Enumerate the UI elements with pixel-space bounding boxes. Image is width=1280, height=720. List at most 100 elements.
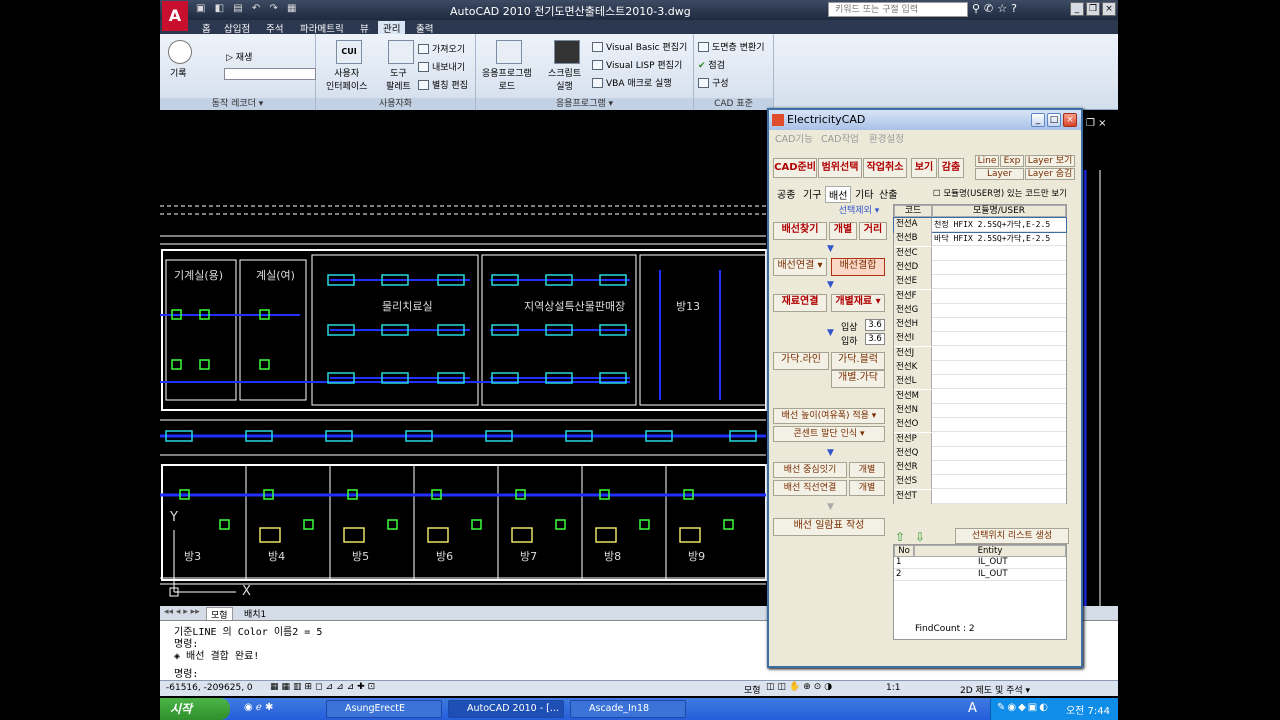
hide-button[interactable]: 감춤 <box>938 158 964 178</box>
code-row[interactable]: 전선F <box>894 289 1066 304</box>
select-remove-dropdown[interactable]: 선택제외 ▾ <box>833 204 885 220</box>
start-button[interactable]: 시작 <box>160 698 230 720</box>
check-button[interactable]: ✔ 점검 <box>698 58 725 71</box>
drafting-toggles[interactable]: ▦▦▥⊞◻⊿⊿⊿✚⊡ <box>270 682 378 692</box>
vba-macro-button[interactable]: VBA 매크로 실행 <box>592 76 672 89</box>
taskbar-item-autocad[interactable]: AutoCAD 2010 - [... <box>448 700 564 718</box>
range-select-button[interactable]: 범위선택 <box>818 158 862 178</box>
run-script-label[interactable]: 스크립트 실행 <box>548 66 581 92</box>
cui-icon[interactable]: CUI <box>336 40 362 64</box>
quick-launch[interactable]: ◉ ℯ ✱ <box>244 702 273 713</box>
infocenter-tools[interactable]: ⚲✆☆? <box>972 2 1021 15</box>
layer-translator-button[interactable]: 도면층 변환기 <box>698 40 765 53</box>
annotation-scale[interactable]: 1:1 <box>886 683 900 693</box>
code-row[interactable]: 전선R <box>894 461 1066 476</box>
wire-combine-button[interactable]: 배선결합 <box>831 258 885 276</box>
tray-icons[interactable]: ✎◉◆▣◐ <box>997 702 1050 713</box>
vb-editor-button[interactable]: Visual Basic 편집기 <box>592 40 687 53</box>
tab-home[interactable]: 홈 <box>202 21 211 35</box>
play-button[interactable]: ▷ 재생 <box>226 50 252 63</box>
tab-manage[interactable]: 관리 <box>378 21 406 35</box>
cable-block-button[interactable]: 가닥.블럭 <box>831 352 885 370</box>
wire-straight-button[interactable]: 배선 직선연결 <box>773 480 847 496</box>
tab-view[interactable]: 뷰 <box>360 21 369 35</box>
configure-button[interactable]: 구성 <box>698 76 729 89</box>
autocad-logo-icon[interactable]: A <box>162 1 188 31</box>
ecad-title-bar[interactable]: ElectricityCAD _ □ × <box>769 110 1081 130</box>
cad-prepare-button[interactable]: CAD준비 <box>773 158 817 178</box>
move-down-icon[interactable]: ⇩ <box>915 530 925 544</box>
taskbar-item[interactable]: Ascade_In18 <box>570 700 686 718</box>
tab-layout1[interactable]: 배치1 <box>240 607 270 620</box>
tab-output[interactable]: 출력 <box>416 21 433 35</box>
code-row[interactable]: 전선H <box>894 318 1066 333</box>
code-row[interactable]: 전선P <box>894 432 1066 447</box>
code-row[interactable]: 전선A 천정 HFIX 2.5SQ+가닥,E-2.5 <box>893 217 1067 233</box>
code-row[interactable]: 전선O <box>894 418 1066 433</box>
load-app-label[interactable]: 응용프로그램 로드 <box>482 66 532 92</box>
create-location-list-button[interactable]: 선택위치 리스트 생성 <box>955 528 1069 544</box>
import-button[interactable]: 가져오기 <box>418 42 465 55</box>
module-only-checkbox[interactable]: ☐ 모듈명(USER명) 있는 코드만 보기 <box>933 187 1067 199</box>
restore-button[interactable]: ❐ <box>1086 2 1100 16</box>
tab-parametric[interactable]: 파라메트릭 <box>300 21 344 35</box>
code-row[interactable]: 전선E <box>894 275 1066 290</box>
menu-cad-function[interactable]: CAD기능 <box>775 131 813 145</box>
code-row[interactable]: 전선K <box>894 361 1066 375</box>
code-row[interactable]: 전선Q <box>894 446 1066 461</box>
tab-fixture[interactable]: 기구 <box>803 186 821 201</box>
tab-calc[interactable]: 산출 <box>879 186 897 201</box>
cui-label[interactable]: 사용자 인터페이스 <box>326 66 367 92</box>
record-label[interactable]: 기록 <box>170 66 187 79</box>
layer-hide-button[interactable]: Layer 숨김 <box>1025 168 1075 180</box>
code-row[interactable]: 전선N <box>894 403 1066 418</box>
command-prompt[interactable]: 명령: <box>174 665 198 680</box>
code-row[interactable]: 전선I <box>894 332 1066 347</box>
cable-line-button[interactable]: 가닥.라인 <box>773 352 829 370</box>
viewport-controls[interactable]: ❐ × <box>1086 118 1107 129</box>
tab-etc[interactable]: 기타 <box>855 186 873 201</box>
taskbar-item[interactable]: AsungErectE <box>326 700 442 718</box>
find-distance-button[interactable]: 거리 <box>859 222 887 240</box>
model-space-button[interactable]: 모형 <box>744 683 761 696</box>
wire-center-button[interactable]: 배선 중심잇기 <box>773 462 847 478</box>
alias-edit-button[interactable]: 별칭 편집 <box>418 78 468 91</box>
macro-select[interactable] <box>224 68 316 80</box>
code-row[interactable]: 전선C <box>894 246 1066 261</box>
code-row[interactable]: 전선S <box>894 475 1066 490</box>
code-row[interactable]: 전선J <box>894 346 1066 361</box>
exp-button[interactable]: Exp <box>1000 155 1024 167</box>
quick-access-toolbar[interactable]: ▣ ◧ ▤ ↶ ↷ ▦ <box>196 3 299 14</box>
move-up-icon[interactable]: ⇧ <box>895 530 905 544</box>
list-row[interactable]: 2 IL_OUT <box>894 569 1066 581</box>
height-in-input[interactable]: 3.6 <box>865 319 885 331</box>
show-button[interactable]: 보기 <box>911 158 937 178</box>
apply-wire-height-dropdown[interactable]: 배선 높이(여유폭) 적용 ▾ <box>773 408 885 424</box>
tab-trade[interactable]: 공종 <box>777 186 795 201</box>
menu-cad-work[interactable]: CAD작업 <box>821 131 859 145</box>
export-button[interactable]: 내보내기 <box>418 60 465 73</box>
layer-show-button[interactable]: Layer 보기 <box>1025 155 1075 167</box>
minimize-button[interactable]: _ <box>1070 2 1084 16</box>
height-out-input[interactable]: 3.6 <box>865 333 885 345</box>
gear-icon[interactable] <box>496 40 522 64</box>
code-row[interactable]: 전선G <box>894 303 1066 318</box>
code-row[interactable]: 전선T <box>894 489 1066 504</box>
line-button[interactable]: Line <box>975 155 999 167</box>
script-icon[interactable] <box>554 40 580 64</box>
outlet-end-dropdown[interactable]: 콘센트 말단 인식 ▾ <box>773 426 885 442</box>
wire-center-individual-button[interactable]: 개별 <box>849 462 885 478</box>
menu-settings[interactable]: 환경설정 <box>869 131 904 145</box>
code-row[interactable]: 전선L <box>894 375 1066 390</box>
tool-palette-label[interactable]: 도구 팔레트 <box>386 66 411 92</box>
find-wiring-button[interactable]: 배선찾기 <box>773 222 827 240</box>
find-individual-button[interactable]: 개별 <box>829 222 857 240</box>
individual-material-dropdown[interactable]: 개별재료 ▾ <box>831 294 885 312</box>
help-search-input[interactable]: 키워드 또는 구절 입력 <box>828 2 968 17</box>
vlisp-editor-button[interactable]: Visual LISP 편집기 <box>592 58 682 71</box>
record-icon[interactable] <box>168 40 192 64</box>
list-row[interactable]: 1 IL_OUT <box>894 557 1066 569</box>
navigation-tools[interactable]: ◫◫✋⊕⊙◑ <box>766 682 835 692</box>
material-connect-button[interactable]: 재료연결 <box>773 294 827 312</box>
wire-straight-individual-button[interactable]: 개별 <box>849 480 885 496</box>
